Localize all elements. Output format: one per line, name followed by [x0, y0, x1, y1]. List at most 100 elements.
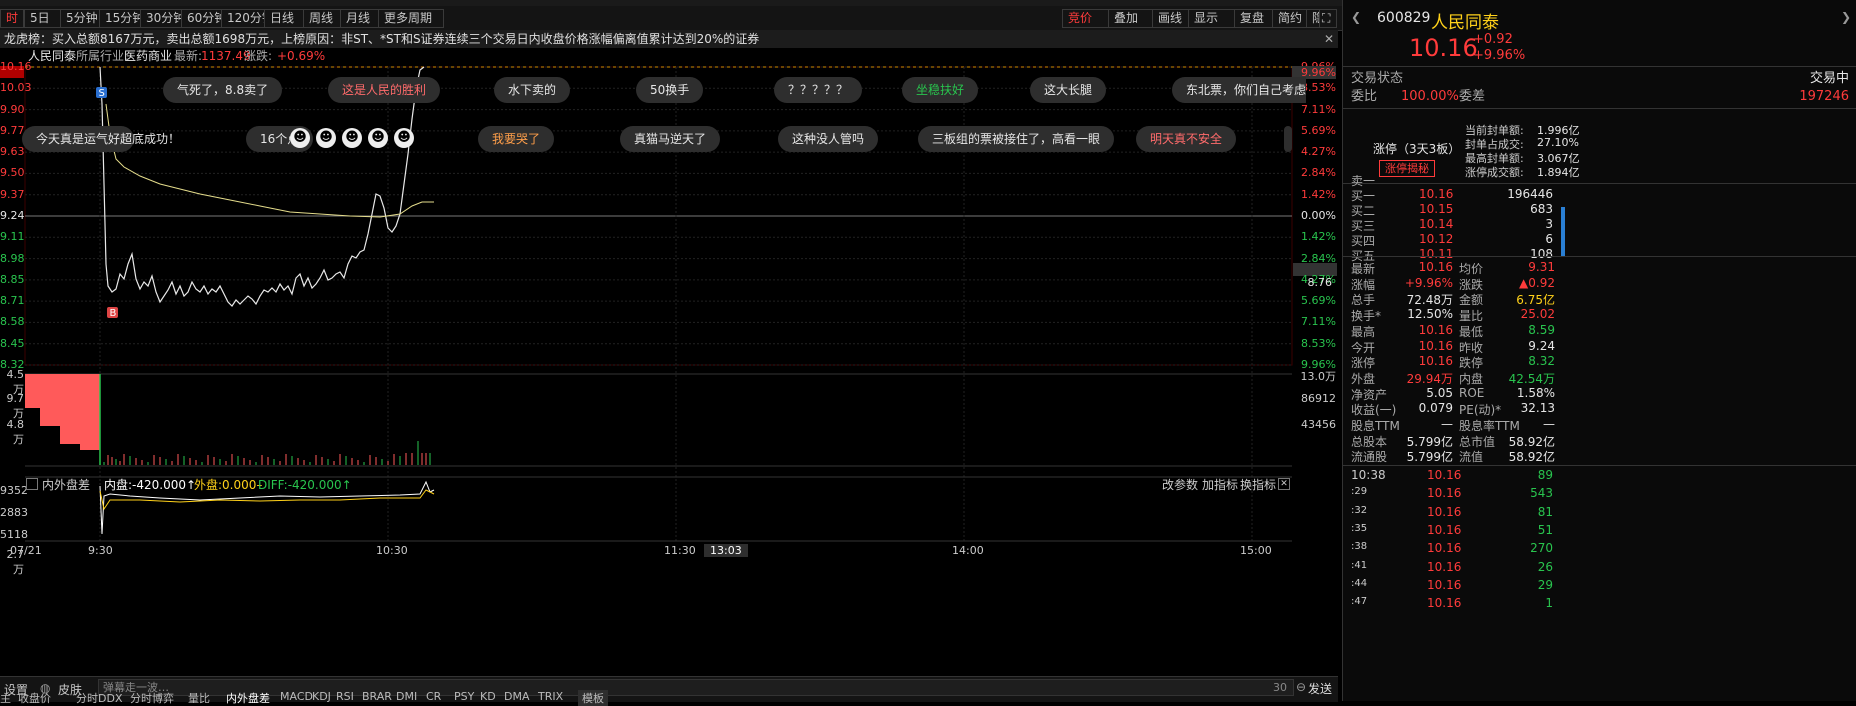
latest-label: 最新: [174, 49, 203, 63]
stat-label: 换手* [1351, 309, 1382, 324]
tick-time: :41 [1351, 559, 1368, 571]
period-tab-10[interactable]: 更多周期 [378, 9, 444, 28]
next-stock-icon[interactable]: ❯ [1841, 10, 1851, 24]
emoji-face-icon: ☻ [342, 128, 362, 148]
indicator-tab[interactable]: KD [480, 690, 496, 703]
price-axis-label: 9.11 [0, 230, 25, 244]
sell-mark-label: S [99, 88, 105, 99]
stat-label: 均价 [1459, 262, 1484, 276]
indicator-close-icon[interactable]: ✕ [1278, 478, 1290, 490]
vol-axis-label-left: 4.8万 [6, 418, 25, 446]
orderbook-scrollbar[interactable] [1561, 207, 1565, 257]
orderbook-price: 10.12 [1419, 232, 1454, 246]
time-axis-label: 9:30 [88, 544, 113, 557]
industry-value[interactable]: 医药商业 [124, 48, 172, 65]
indicator-tab[interactable]: PSY [454, 690, 474, 703]
stock-code: 600829 [1377, 10, 1431, 26]
close-icon[interactable]: ✕ [1324, 30, 1334, 48]
period-tab-8[interactable]: 周线 [303, 9, 345, 28]
danmu-bubble: 这种没人管吗 [778, 126, 879, 152]
time-axis-label: 11:30 [664, 544, 696, 557]
time-axis-label: 14:00 [952, 544, 984, 557]
stat-value: — [1441, 417, 1453, 431]
period-tab-9[interactable]: 月线 [340, 9, 382, 28]
toolbar-right-0[interactable]: 竞价 [1062, 9, 1110, 28]
toolbar-right-3[interactable]: 显示 [1188, 9, 1236, 28]
indicator-tab[interactable]: MACD [280, 690, 313, 703]
orderbook-volume: 683 [1530, 202, 1553, 216]
tick-time: :38 [1351, 541, 1368, 553]
period-tab-1[interactable]: 5日 [24, 9, 64, 28]
stat-value: 8.32 [1528, 354, 1555, 369]
fullscreen-icon[interactable]: ⛶ [1319, 9, 1337, 28]
switch-indicator-button[interactable]: 换指标 [1240, 477, 1276, 493]
danmu-bubble: 超底成功！ [120, 132, 181, 146]
limit-reveal-button[interactable]: 涨停揭秘 [1379, 160, 1435, 177]
tick-time: :44 [1351, 577, 1368, 589]
indicator-tab[interactable]: 分时DDX [76, 690, 122, 706]
danmu-bubble: 水下卖的 [494, 77, 571, 103]
toolbar-right-2[interactable]: 画线 [1152, 9, 1192, 28]
indicator-name[interactable]: 内外盘差 [42, 477, 90, 493]
change-params-button[interactable]: 改参数 [1162, 477, 1198, 493]
stat-value: 29.94万 [1406, 371, 1453, 386]
indicator-close-box[interactable] [26, 478, 38, 490]
danmu-bubble: 50换手 [636, 77, 704, 103]
weibi-label: 委比 [1351, 89, 1378, 104]
indicator-tab[interactable]: DMI [396, 690, 417, 703]
price-axis-label: 10.16 [0, 60, 32, 73]
toolbar-right-5[interactable]: 简约 [1272, 9, 1310, 28]
stat-value: +9.96% [1404, 275, 1453, 290]
change-label: 涨跌: [244, 49, 273, 63]
sub-indicator-header: 内外盘差 内盘:-420.000↑ 外盘:0.000– DIFF:-420.00… [26, 477, 1292, 493]
tick-time: :32 [1351, 504, 1368, 516]
stat-label: 涨停 [1351, 356, 1376, 371]
stat-value: ▲0.92 [1519, 275, 1555, 290]
prev-stock-icon[interactable]: ❮ [1351, 10, 1361, 24]
indicator-tab-bar: 主收盘价 分时DDX 分时博弈 量比 内外盘差 MACD KDJ RSI BRAR DMI CR PS… [0, 690, 1338, 706]
indicator-axis-label: 5118 [0, 528, 28, 541]
indicator-tab[interactable]: BRAR [362, 690, 392, 703]
period-tab-0[interactable]: 时 [0, 9, 24, 28]
indicator-axis-label: 2883 [0, 506, 28, 519]
tick-time: :47 [1351, 596, 1368, 608]
indicator-tab[interactable]: RSI [336, 690, 354, 703]
indicator-tab[interactable]: 量比 [188, 690, 210, 706]
period-tab-2[interactable]: 5分钟 [60, 9, 104, 28]
add-indicator-button[interactable]: 加指标 [1202, 477, 1238, 493]
indicator-tab[interactable]: 收盘价 [18, 690, 51, 706]
danmu-bubble: 真猫马逆天了 [620, 126, 721, 152]
period-tab-3[interactable]: 15分钟 [99, 9, 145, 28]
stat-label: 涨幅 [1351, 277, 1376, 292]
stat-label: 收益(一) [1351, 403, 1397, 418]
price-axis-label: 8.71 [0, 294, 25, 308]
stat-value: 58.92亿 [1508, 434, 1555, 449]
indicator-tab[interactable]: CR [426, 690, 441, 703]
emoji-face-icon: ☻ [290, 128, 310, 148]
stat-value: 8.59 [1528, 322, 1555, 337]
indicator-tab[interactable]: 主 [0, 690, 11, 706]
stat-value: 6.75亿 [1516, 293, 1555, 308]
indicator-tab[interactable]: 分时博弈 [130, 690, 174, 706]
indicator-tab[interactable]: TRIX [538, 690, 563, 703]
indicator-tab[interactable]: DMA [504, 690, 530, 703]
intraday-chart[interactable]: SSB [0, 64, 1338, 676]
period-tab-7[interactable]: 日线 [264, 9, 308, 28]
indicator-tab[interactable]: 模板 [578, 690, 608, 706]
pct-axis-label: 1.42% [1301, 187, 1336, 201]
pct-axis-label: 2.84% [1301, 251, 1336, 265]
tick-price: 10.16 [1427, 559, 1462, 574]
danmu-bubble: 气死了，8.8卖了 [163, 77, 283, 103]
price-axis-label: 9.77 [0, 123, 25, 137]
toolbar-right-1[interactable]: 叠加 [1108, 9, 1154, 28]
stock-name: 人民同泰 [1431, 13, 1499, 33]
auction-volume-area [25, 374, 100, 450]
toolbar-right-4[interactable]: 复盘 [1234, 9, 1276, 28]
stat-label: 今开 [1351, 340, 1376, 355]
stock-price: 10.16 [1409, 34, 1478, 62]
indicator-tab[interactable]: KDJ [312, 690, 331, 703]
indicator-tab[interactable]: 内外盘差 [226, 690, 270, 706]
period-tab-4[interactable]: 30分钟 [140, 9, 186, 28]
pct-axis-label: 8.53% [1301, 336, 1336, 350]
emoji-face-icon: ☻ [316, 128, 336, 148]
